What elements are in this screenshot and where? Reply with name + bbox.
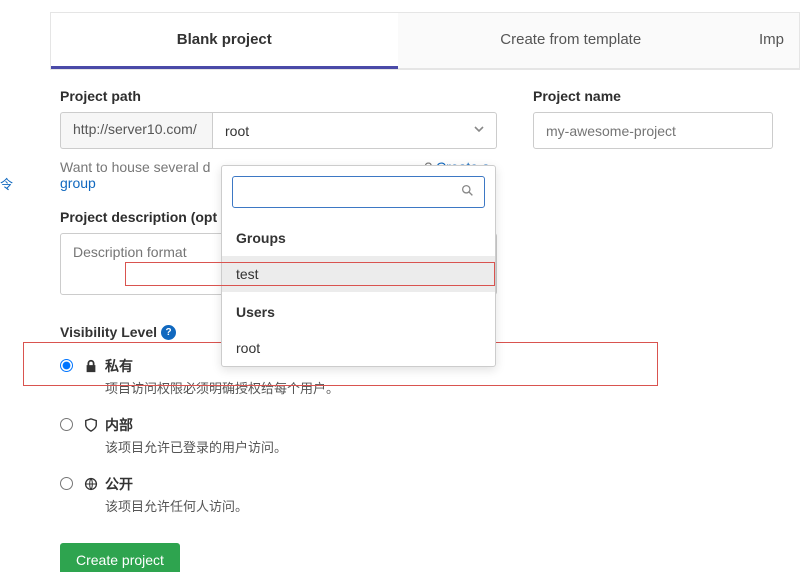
project-name-input[interactable] <box>533 112 773 149</box>
help-icon[interactable]: ? <box>161 325 176 340</box>
project-name-label: Project name <box>533 88 800 104</box>
visibility-public-radio[interactable] <box>60 477 73 490</box>
namespace-selected: root <box>225 123 249 139</box>
tab-import[interactable]: Imp <box>744 13 799 69</box>
project-path-prefix: http://server10.com/ <box>60 112 212 149</box>
shield-icon <box>83 417 99 433</box>
tab-create-from-template[interactable]: Create from template <box>398 13 745 69</box>
create-project-button[interactable]: Create project <box>60 543 180 572</box>
dropdown-users-header: Users <box>222 292 495 330</box>
tabs: Blank project Create from template Imp <box>50 12 800 70</box>
visibility-private-desc: 项目访问权限必须明确授权给每个用户。 <box>105 378 339 397</box>
visibility-internal-desc: 该项目允许已登录的用户访问。 <box>105 437 287 456</box>
chevron-down-icon <box>474 124 484 137</box>
globe-icon <box>83 476 99 492</box>
visibility-private-radio[interactable] <box>60 359 73 372</box>
visibility-private-title: 私有 <box>105 356 133 376</box>
dropdown-groups-header: Groups <box>222 218 495 256</box>
visibility-public-title: 公开 <box>105 474 133 494</box>
namespace-search-input[interactable] <box>243 184 461 200</box>
dropdown-item-test[interactable]: test <box>222 256 495 292</box>
visibility-internal[interactable]: 内部 该项目允许已登录的用户访问。 <box>60 409 800 468</box>
visibility-label: Visibility Level <box>60 324 157 340</box>
namespace-dropdown: Groups test Users root <box>221 165 496 367</box>
visibility-public[interactable]: 公开 该项目允许任何人访问。 <box>60 468 800 527</box>
namespace-select[interactable]: root <box>212 112 497 149</box>
visibility-internal-title: 内部 <box>105 415 133 435</box>
lock-icon <box>83 358 99 374</box>
tab-blank-project[interactable]: Blank project <box>51 13 398 69</box>
visibility-public-desc: 该项目允许任何人访问。 <box>105 496 248 515</box>
search-icon <box>461 184 474 200</box>
visibility-internal-radio[interactable] <box>60 418 73 431</box>
dropdown-item-root[interactable]: root <box>222 330 495 366</box>
project-path-label: Project path <box>60 88 497 104</box>
